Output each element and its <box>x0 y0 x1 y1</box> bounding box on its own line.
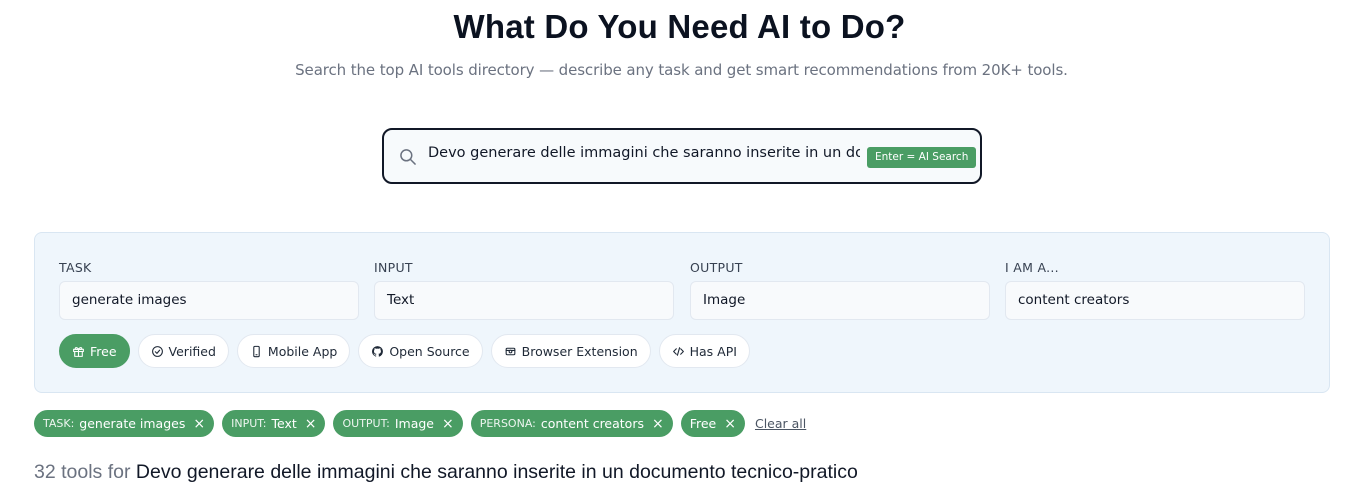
search-box[interactable]: Devo generare delle immagini che saranno… <box>382 128 982 184</box>
chip-output[interactable]: OUTPUT: Image × <box>333 410 463 437</box>
github-icon <box>372 345 384 357</box>
persona-label: I AM A... <box>1005 260 1059 275</box>
toggle-verified[interactable]: Verified <box>137 334 229 368</box>
toggle-free-label: Free <box>90 343 117 359</box>
toggle-has-api[interactable]: Has API <box>658 334 750 368</box>
enter-ai-search-badge: Enter = AI Search <box>867 147 977 168</box>
close-icon[interactable]: × <box>442 416 454 432</box>
chip-persona[interactable]: PERSONA: content creators × <box>470 410 673 437</box>
results-count: 32 tools for <box>34 461 131 483</box>
persona-input[interactable]: content creators <box>1005 281 1305 320</box>
chrome-icon <box>505 347 515 355</box>
chip-value: Free <box>689 416 717 431</box>
chip-key: INPUT: <box>231 417 267 430</box>
task-input[interactable]: generate images <box>59 281 359 320</box>
toggle-browser-extension[interactable]: Browser Extension <box>490 334 651 368</box>
close-icon[interactable]: × <box>305 416 317 432</box>
chip-key: OUTPUT: <box>342 417 390 430</box>
toggle-free[interactable]: Free <box>59 334 130 368</box>
page-subtitle: Search the top AI tools directory — desc… <box>295 61 1068 79</box>
task-field: TASK generate images <box>59 260 359 320</box>
gift-icon <box>73 346 84 357</box>
toggle-browser-extension-label: Browser Extension <box>521 343 638 359</box>
smartphone-icon <box>253 345 260 357</box>
chip-value: generate images <box>79 416 186 431</box>
toggle-open-source[interactable]: Open Source <box>358 334 483 368</box>
results-heading: 32 tools for Devo generare delle immagin… <box>34 461 858 484</box>
results-query: Devo generare delle immagini che saranno… <box>135 461 858 483</box>
clear-all-link[interactable]: Clear all <box>755 416 806 431</box>
close-icon[interactable]: × <box>652 416 664 432</box>
toggle-has-api-label: Has API <box>689 343 737 359</box>
filter-panel: TASK generate images INPUT Text OUTPUT I… <box>34 232 1330 393</box>
chip-value: Text <box>271 416 297 431</box>
search-input[interactable]: Devo generare delle immagini che saranno… <box>428 145 860 169</box>
toggle-mobile-app[interactable]: Mobile App <box>236 334 351 368</box>
chip-value: Image <box>394 416 434 431</box>
search-icon <box>400 149 416 165</box>
chip-value: content creators <box>540 416 644 431</box>
chip-free[interactable]: Free × <box>680 410 745 437</box>
close-icon[interactable]: × <box>724 416 736 432</box>
output-field: OUTPUT Image <box>690 260 990 320</box>
input-label: INPUT <box>374 260 413 275</box>
active-filter-chips: TASK: generate images × INPUT: Text × OU… <box>34 410 806 437</box>
feature-toggles: Free Verified Mobile App Open Source Bro… <box>59 334 750 368</box>
input-field: INPUT Text <box>374 260 674 320</box>
output-label: OUTPUT <box>690 260 743 275</box>
chip-input[interactable]: INPUT: Text × <box>222 410 326 437</box>
page-title: What Do You Need AI to Do? <box>453 8 906 45</box>
chip-key: PERSONA: <box>479 417 536 430</box>
input-type-input[interactable]: Text <box>374 281 674 320</box>
task-label: TASK <box>59 260 92 275</box>
close-icon[interactable]: × <box>193 416 205 432</box>
code-icon <box>672 346 684 356</box>
toggle-mobile-app-label: Mobile App <box>267 343 338 359</box>
persona-field: I AM A... content creators <box>1005 260 1305 320</box>
chip-key: TASK: <box>43 417 75 430</box>
output-type-input[interactable]: Image <box>690 281 990 320</box>
toggle-open-source-label: Open Source <box>389 343 470 359</box>
check-circle-icon <box>151 345 163 357</box>
chip-task[interactable]: TASK: generate images × <box>34 410 215 437</box>
toggle-verified-label: Verified <box>168 343 216 359</box>
